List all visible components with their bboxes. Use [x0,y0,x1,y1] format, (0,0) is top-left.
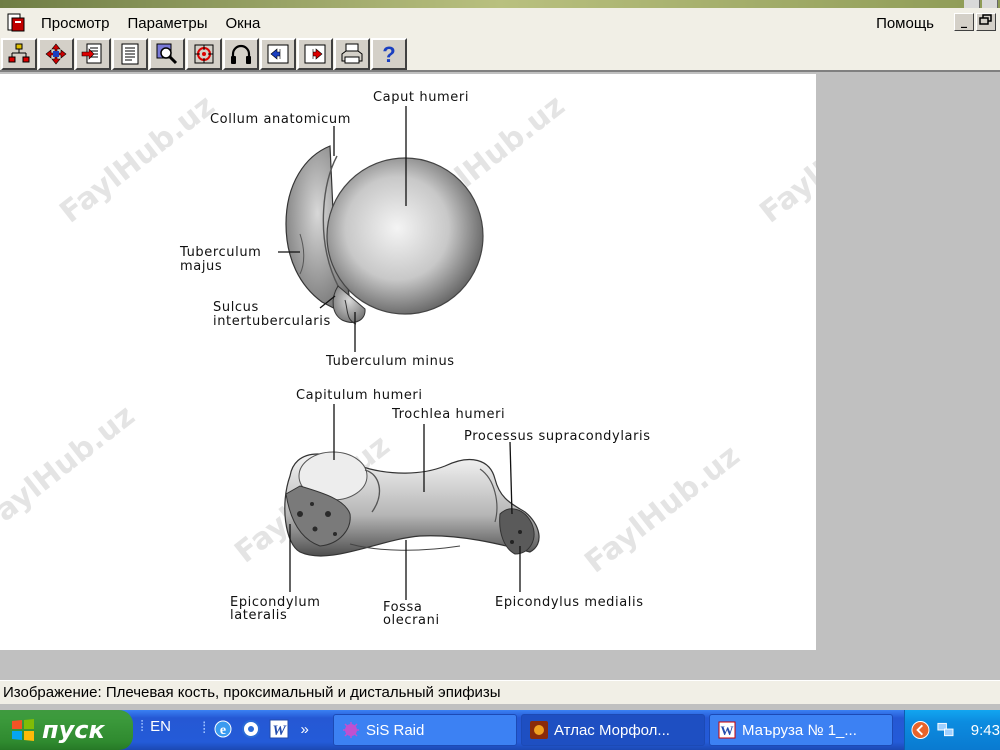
label-tuberculum-minus: Tuberculum minus [325,354,455,369]
move-arrows-icon [45,43,67,65]
task-word-document[interactable]: W Маъруза № 1_... [709,714,893,746]
task-label: Атлас Морфол... [554,721,670,739]
menu-bar: Просмотр Параметры Окна Помощь _ [0,8,1000,38]
figure-canvas: FaylHub.uz FaylHub.uz FaylHub.uz FaylHub… [0,74,816,650]
task-label: Маъруза № 1_... [742,721,857,739]
print-button[interactable] [334,38,370,70]
move-button[interactable] [38,38,74,70]
start-button[interactable]: пуск [0,710,133,750]
target-icon [194,44,214,64]
structure-button[interactable] [1,38,37,70]
mdi-controls: _ [954,13,996,31]
watermark: FaylHub.uz [0,398,142,540]
quick-launch-chevron[interactable]: » [300,721,308,738]
window-minimize-button[interactable] [964,0,980,8]
watermark: FaylHub.uz [578,438,746,580]
label-capitulum-humeri: Capitulum humeri [296,388,423,403]
language-indicator[interactable]: EN [150,718,171,735]
word-icon[interactable]: W [268,718,290,740]
label-sulcus-intertubercularis: intertubercularis [213,314,331,329]
printer-icon [341,43,363,64]
menu-parameters[interactable]: Параметры [119,15,217,32]
label-fossa-olecrani-2: olecrani [383,613,440,628]
title-bar [0,0,1000,8]
task-label: SiS Raid [366,721,425,739]
internet-explorer-icon[interactable]: e [212,718,234,740]
start-label: пуск [42,716,105,744]
label-sulcus: Sulcus [213,300,259,315]
mdi-minimize-button[interactable]: _ [954,13,974,31]
status-text: Изображение: Плечевая кость, проксимальн… [3,684,501,701]
network-icon[interactable] [936,720,955,740]
label-epicondylum-lateralis-2: lateralis [230,608,287,623]
menu-view[interactable]: Просмотр [32,15,119,32]
audio-button[interactable] [223,38,259,70]
arrow-right-frame-icon [304,44,326,64]
arrow-left-frame-icon [267,44,289,64]
tray-collapse-icon[interactable] [911,720,930,740]
mdi-restore-button[interactable] [976,13,996,31]
taskbar: пуск ⁞ EN ⁞ e W » SiS Raid Атлас Морфол.… [0,710,1000,750]
label-tuberculum-majus: Tuberculum [179,245,261,260]
system-tray: 9:43 [904,710,1000,750]
svg-text:W: W [273,723,288,739]
toolbar: ? [0,38,1000,72]
help-icon: ? [382,42,395,66]
atlas-app-icon [530,721,548,739]
magnifier-icon [156,43,178,65]
grip-icon: ⁞ [202,720,207,737]
task-sis-raid[interactable]: SiS Raid [333,714,517,746]
distal-epiphysis [284,451,540,557]
label-caput-humeri: Caput humeri [373,90,469,105]
hierarchy-icon [8,43,30,63]
text-button[interactable] [112,38,148,70]
workspace: FaylHub.uz FaylHub.uz FaylHub.uz FaylHub… [0,74,1000,678]
task-atlas[interactable]: Атлас Морфол... [521,714,705,746]
label-trochlea-humeri: Trochlea humeri [391,407,505,422]
export-button[interactable] [75,38,111,70]
svg-text:e: e [220,723,226,738]
windows-flag-icon [10,717,36,743]
label-epicondylus-medialis: Epicondylus medialis [495,595,644,610]
sis-raid-icon [343,722,359,738]
zoom-button[interactable] [149,38,185,70]
status-bar: Изображение: Плечевая кость, проксимальн… [0,680,1000,704]
label-processus-supracondylaris: Processus supracondylaris [464,429,651,444]
target-button[interactable] [186,38,222,70]
document-arrow-icon [81,43,102,64]
text-document-icon [121,43,139,65]
clock[interactable]: 9:43 [971,722,1000,739]
window-close-button[interactable] [982,0,998,8]
menu-windows[interactable]: Окна [216,15,269,32]
help-button[interactable]: ? [371,38,407,70]
headphones-icon [231,44,251,64]
previous-button[interactable] [260,38,296,70]
menu-help[interactable]: Помощь [867,15,943,32]
label-tuberculum-majus-2: majus [180,259,222,274]
app-window: Просмотр Параметры Окна Помощь _ ? FaylH… [0,0,1000,750]
quick-launch: ⁞ e W » [202,718,309,740]
grip-icon: ⁞ [140,718,145,735]
language-bar[interactable]: ⁞ EN [140,718,171,735]
svg-text:W: W [721,723,734,738]
watermark: FaylHub.uz [53,88,221,230]
svg-text:?: ? [382,42,395,66]
app-icon[interactable] [6,13,26,33]
restore-icon [979,14,992,25]
label-collum-anatomicum: Collum anatomicum [210,112,351,127]
outlook-icon[interactable] [240,718,262,740]
word-document-icon: W [718,721,736,739]
watermark: FaylHub.uz [753,88,816,230]
anatomy-figure: FaylHub.uz FaylHub.uz FaylHub.uz FaylHub… [0,88,816,628]
next-button[interactable] [297,38,333,70]
